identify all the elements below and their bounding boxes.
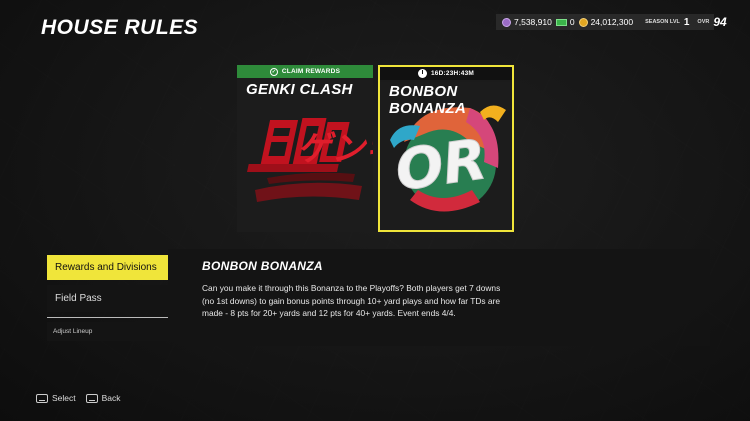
cash-value: 0	[569, 17, 575, 27]
footer-controls: Select Back	[36, 393, 121, 403]
event-card-genki-clash[interactable]: ✓ CLAIM REWARDS ゲンキ GENKI CLASH	[237, 65, 373, 232]
coins-gold-value: 24,012,300	[590, 17, 634, 27]
check-circle-icon: ✓	[269, 67, 278, 76]
coins-gold-stat: 24,012,300	[578, 17, 634, 27]
keyboard-key-icon	[85, 393, 98, 403]
ovr-label: OVR	[697, 19, 710, 25]
back-label: Back	[101, 393, 121, 403]
select-control[interactable]: Select	[36, 393, 76, 403]
menu-item-field-pass[interactable]: Field Pass	[47, 285, 168, 312]
claim-rewards-label: CLAIM REWARDS	[281, 68, 341, 75]
menu-item-adjust-lineup[interactable]: Adjust Lineup	[47, 322, 168, 341]
card-title: GENKI CLASH	[246, 81, 353, 98]
season-level-label: SEASON LVL	[645, 19, 680, 25]
ovr-value: 94	[713, 15, 727, 29]
currency-bar: 7,538,910 0 24,012,300 SEASON LVL 1 OVR …	[496, 14, 727, 30]
clock-icon	[417, 69, 427, 78]
cash-stat: 0	[555, 17, 575, 27]
bonbon-bonanza-logo-text: OR	[392, 127, 491, 204]
season-level-value: 1	[683, 16, 690, 28]
background-texture	[0, 0, 750, 421]
claim-rewards-banner: ✓ CLAIM REWARDS	[237, 65, 373, 78]
purple-coin-icon	[502, 17, 511, 27]
back-control[interactable]: Back	[85, 393, 121, 403]
card-title: BONBON BONANZA	[389, 83, 467, 117]
detail-title: BONBON BONANZA	[202, 259, 323, 273]
coins-purple-value: 7,538,910	[514, 17, 552, 27]
keyboard-key-icon	[36, 393, 48, 403]
coins-purple-stat: 7,538,910	[502, 17, 552, 27]
event-timer-banner: 16D:23H:43M	[380, 67, 512, 80]
event-timer: 16D:23H:43M	[430, 70, 475, 77]
menu-item-rewards-divisions[interactable]: Rewards and Divisions	[47, 255, 168, 280]
gold-coin-icon	[578, 17, 588, 27]
detail-description: Can you make it through this Bonanza to …	[202, 283, 501, 318]
event-card-bonbon-bonanza[interactable]: 16D:23H:43M OR BONBON BONANZA	[378, 65, 514, 232]
genki-clash-logo-text: ゲンキ	[297, 129, 373, 169]
page-title: HOUSE RULES	[41, 16, 199, 39]
menu-divider	[47, 317, 168, 318]
select-label: Select	[52, 393, 76, 403]
cash-icon	[555, 18, 567, 26]
genki-clash-logo: ゲンキ	[237, 78, 373, 232]
